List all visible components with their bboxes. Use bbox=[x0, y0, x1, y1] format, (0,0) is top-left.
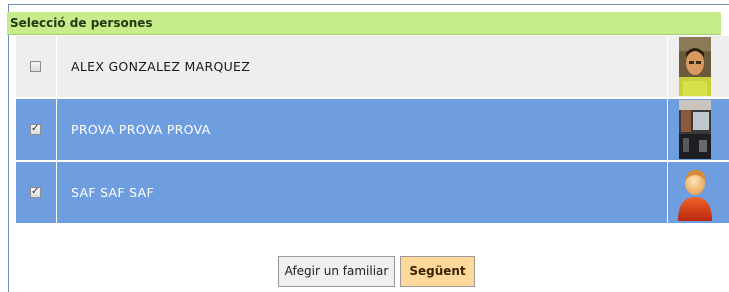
person-photo bbox=[679, 37, 711, 96]
persons-list: ALEX GONZALEZ MARQUEZ ✓ PROVA PROVA PROV… bbox=[16, 36, 729, 225]
person-row[interactable]: ✓ SAF SAF SAF bbox=[16, 162, 729, 223]
next-button[interactable]: Següent bbox=[400, 256, 475, 287]
photo-cell bbox=[668, 162, 729, 223]
add-family-member-button[interactable]: Afegir un familiar bbox=[278, 256, 395, 287]
default-avatar-icon bbox=[675, 163, 715, 222]
checkbox-cell: ✓ bbox=[16, 99, 56, 160]
person-row[interactable]: ✓ PROVA PROVA PROVA bbox=[16, 99, 729, 160]
checkbox-cell: ✓ bbox=[16, 162, 56, 223]
checkbox-cell bbox=[16, 36, 56, 97]
name-cell: ALEX GONZALEZ MARQUEZ bbox=[57, 36, 667, 97]
person-checkbox[interactable]: ✓ bbox=[30, 186, 41, 198]
room-photo bbox=[679, 100, 711, 159]
person-name: ALEX GONZALEZ MARQUEZ bbox=[71, 59, 251, 74]
person-checkbox[interactable] bbox=[30, 61, 41, 72]
checkmark-icon: ✓ bbox=[31, 186, 40, 197]
photo-cell bbox=[668, 36, 729, 97]
photo-cell bbox=[668, 99, 729, 160]
person-name: SAF SAF SAF bbox=[71, 185, 154, 200]
person-checkbox[interactable]: ✓ bbox=[30, 123, 41, 135]
person-name: PROVA PROVA PROVA bbox=[71, 122, 211, 137]
checkmark-icon: ✓ bbox=[31, 123, 40, 134]
person-row[interactable]: ALEX GONZALEZ MARQUEZ bbox=[16, 36, 729, 97]
panel-title: Selecció de persones bbox=[10, 16, 153, 30]
name-cell: PROVA PROVA PROVA bbox=[57, 99, 667, 160]
panel-header: Selecció de persones bbox=[7, 12, 721, 35]
name-cell: SAF SAF SAF bbox=[57, 162, 667, 223]
